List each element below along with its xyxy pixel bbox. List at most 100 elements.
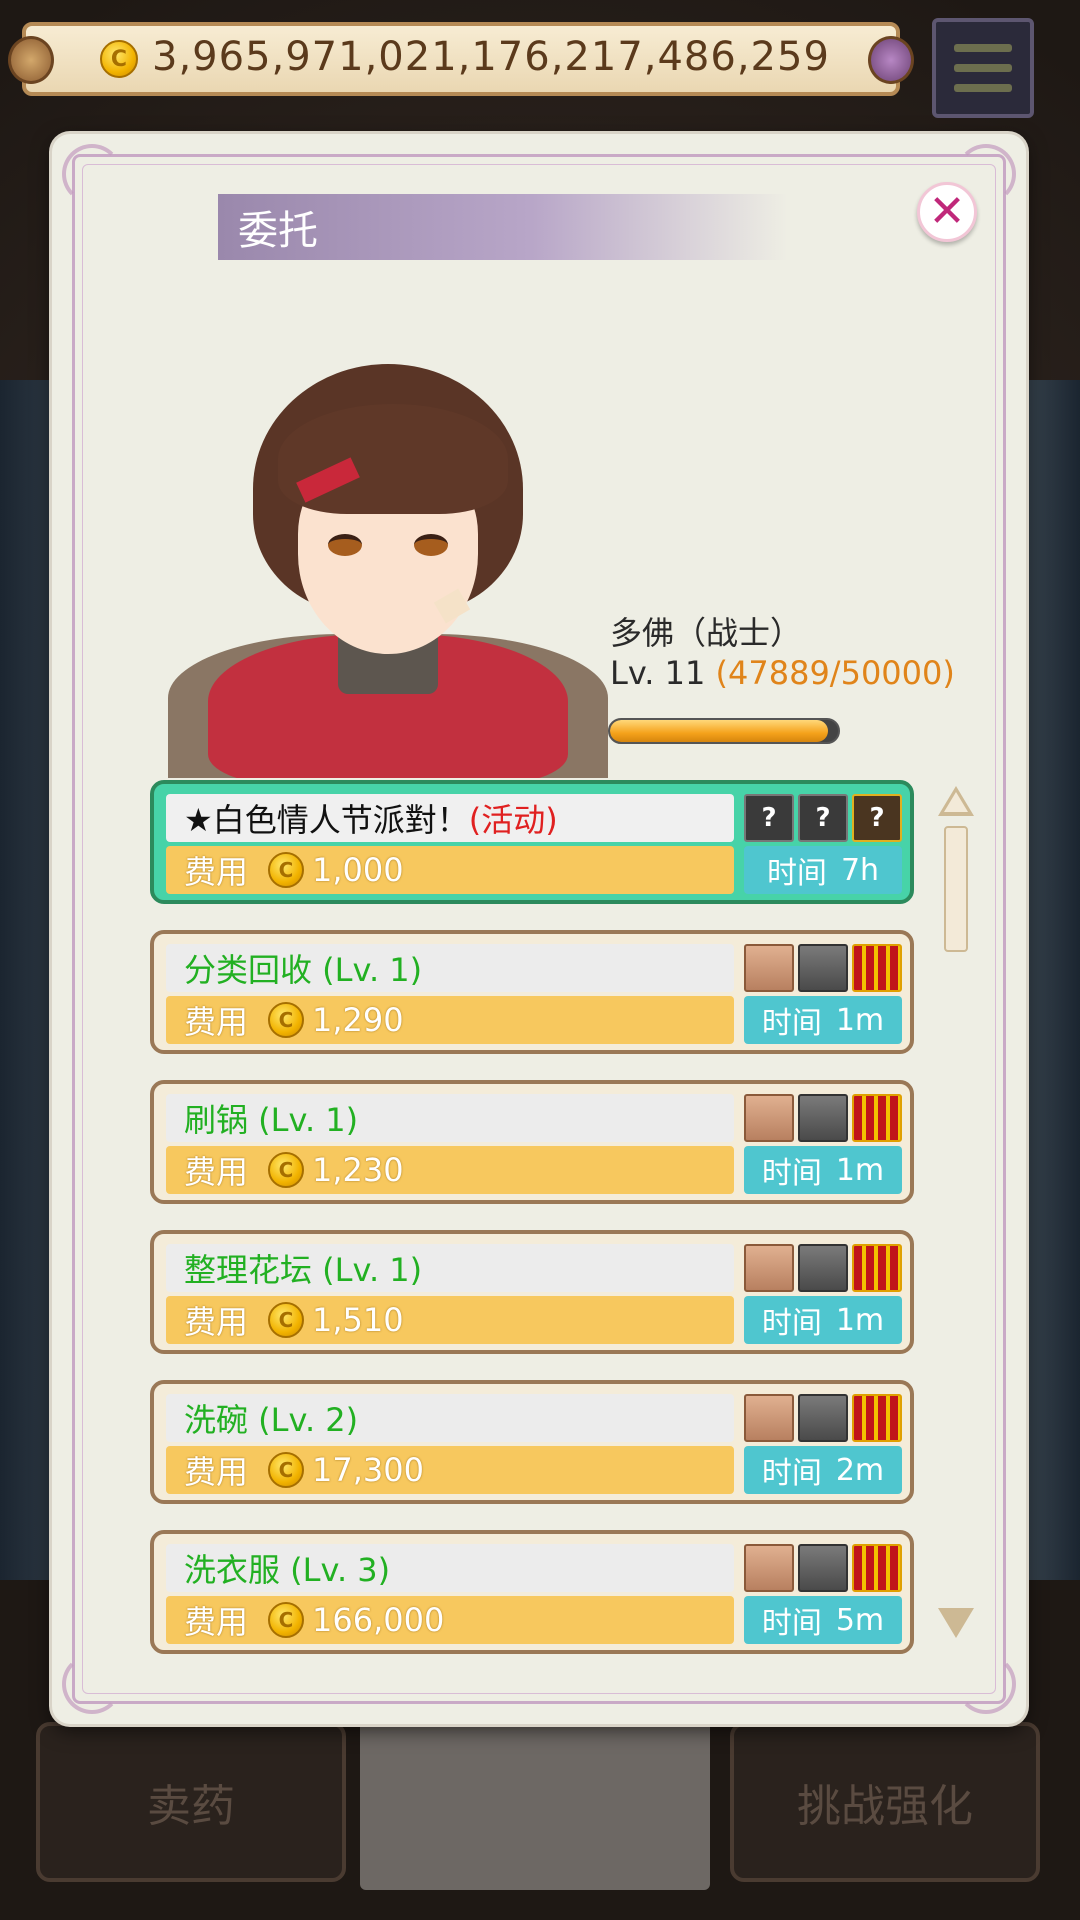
cost-label: 费用 xyxy=(184,1453,249,1491)
level-label: Lv. 11 xyxy=(610,654,706,692)
wood-chest-icon xyxy=(744,944,794,992)
time-label: 时间 xyxy=(761,1156,822,1191)
quest-list: ★白色情人节派對！ (活动) 费用 C 1,000 ??? 时间 7h 分类回收… xyxy=(150,780,914,1680)
gold-chest-icon xyxy=(852,1394,902,1442)
close-button[interactable]: ✕ xyxy=(917,182,977,242)
iron-chest-icon xyxy=(798,1094,848,1142)
quest-rewards xyxy=(744,1244,902,1292)
quest-cost-row: 费用 C 1,230 xyxy=(166,1146,734,1194)
cost-label: 费用 xyxy=(184,1603,249,1641)
quest-rewards xyxy=(744,1094,902,1142)
wood-chest-icon xyxy=(744,1394,794,1442)
quest-name: 洗碗 (Lv. 2) xyxy=(184,1401,359,1439)
time-label: 时间 xyxy=(761,1606,822,1641)
gold-coin-icon: C xyxy=(268,1152,305,1188)
quest-cost: 17,300 xyxy=(312,1451,424,1489)
quest-name-row: 洗衣服 (Lv. 3) xyxy=(166,1544,734,1592)
unknown-chest-icon: ? xyxy=(744,794,794,842)
scrollbar-thumb[interactable] xyxy=(944,826,968,952)
quest-time: 1m xyxy=(835,1302,885,1338)
gold-coin-icon: C xyxy=(268,1002,305,1038)
currency-bar: C 3,965,971,021,176,217,486,259 xyxy=(8,22,914,96)
currency-amount: 3,965,971,021,176,217,486,259 xyxy=(152,34,830,80)
character-portrait xyxy=(168,334,608,778)
quest-time-row: 时间 7h xyxy=(744,846,902,894)
quest-name: 分类回收 (Lv. 1) xyxy=(184,951,423,989)
quest-time-row: 时间 2m xyxy=(744,1446,902,1494)
iron-chest-icon xyxy=(798,944,848,992)
cost-label: 费用 xyxy=(184,1303,249,1341)
quest-name-row: 洗碗 (Lv. 2) xyxy=(166,1394,734,1442)
scroll-up-arrow-icon[interactable] xyxy=(938,786,974,816)
gold-chest-icon xyxy=(852,1094,902,1142)
left-ornament-icon xyxy=(8,36,54,84)
quest-cost-row: 费用 C 1,290 xyxy=(166,996,734,1044)
quest-time-row: 时间 1m xyxy=(744,996,902,1044)
main-menu-button[interactable] xyxy=(932,18,1034,118)
corner-ornament-icon xyxy=(62,1654,122,1714)
quest-cost: 1,290 xyxy=(312,1001,404,1039)
cost-label: 费用 xyxy=(184,853,249,891)
time-label: 时间 xyxy=(761,1006,822,1041)
quest-cost-row: 费用 C 1,000 xyxy=(166,846,734,894)
quest-name-row: 刷锅 (Lv. 1) xyxy=(166,1094,734,1142)
quest-time: 1m xyxy=(835,1002,885,1038)
quest-name: 刷锅 (Lv. 1) xyxy=(184,1101,359,1139)
gold-coin-icon: C xyxy=(100,40,138,78)
quest-item[interactable]: 洗碗 (Lv. 2) 费用 C 17,300 时间 2m xyxy=(150,1380,914,1504)
portrait-eye xyxy=(414,534,448,556)
gold-chest-icon xyxy=(852,1544,902,1592)
quest-name: 整理花坛 (Lv. 1) xyxy=(184,1251,423,1289)
gold-coin-icon: C xyxy=(268,1602,305,1638)
portrait-eye xyxy=(328,534,362,556)
background-right-scenery xyxy=(1020,380,1080,1580)
cost-label: 费用 xyxy=(184,1153,249,1191)
time-label: 时间 xyxy=(766,856,827,891)
xp-text: (47889/50000) xyxy=(715,654,955,692)
quest-rewards xyxy=(744,1394,902,1442)
gold-coin-icon: C xyxy=(268,1452,305,1488)
quest-name-row: 整理花坛 (Lv. 1) xyxy=(166,1244,734,1292)
quest-item[interactable]: ★白色情人节派對！ (活动) 费用 C 1,000 ??? 时间 7h xyxy=(150,780,914,904)
center-panel xyxy=(360,1720,710,1890)
quest-cost: 166,000 xyxy=(312,1601,445,1639)
xp-bar-fill xyxy=(610,720,829,742)
quest-name-row: 分类回收 (Lv. 1) xyxy=(166,944,734,992)
quest-cost: 1,000 xyxy=(312,851,404,889)
quest-time: 5m xyxy=(835,1602,885,1638)
quest-event-tag: (活动) xyxy=(468,801,558,839)
unknown-gold-chest-icon: ? xyxy=(852,794,902,842)
hamburger-icon-line xyxy=(954,44,1012,52)
scroll-down-arrow-icon[interactable] xyxy=(938,1608,974,1638)
quest-item[interactable]: 整理花坛 (Lv. 1) 费用 C 1,510 时间 1m xyxy=(150,1230,914,1354)
iron-chest-icon xyxy=(798,1544,848,1592)
quest-item[interactable]: 洗衣服 (Lv. 3) 费用 C 166,000 时间 5m xyxy=(150,1530,914,1654)
corner-ornament-icon xyxy=(956,1654,1016,1714)
cost-label: 费用 xyxy=(184,1003,249,1041)
quest-cost-row: 费用 C 17,300 xyxy=(166,1446,734,1494)
hamburger-icon-line xyxy=(954,84,1012,92)
hamburger-icon-line xyxy=(954,64,1012,72)
iron-chest-icon xyxy=(798,1394,848,1442)
quest-name: 洗衣服 (Lv. 3) xyxy=(184,1551,391,1589)
corner-ornament-icon xyxy=(62,144,122,204)
gold-coin-icon: C xyxy=(268,852,305,888)
right-ornament-icon xyxy=(868,36,914,84)
quest-item[interactable]: 分类回收 (Lv. 1) 费用 C 1,290 时间 1m xyxy=(150,930,914,1054)
wood-chest-icon xyxy=(744,1094,794,1142)
challenge-upgrade-button: 挑战强化 xyxy=(730,1722,1040,1882)
background-left-scenery xyxy=(0,380,60,1580)
quest-name: ★白色情人节派對！ xyxy=(184,801,469,839)
quest-time: 7h xyxy=(840,852,880,888)
quest-time-row: 时间 5m xyxy=(744,1596,902,1644)
gold-chest-icon xyxy=(852,1244,902,1292)
character-name: 多佛（战士） xyxy=(610,614,803,652)
gold-coin-icon: C xyxy=(268,1302,305,1338)
quest-cost: 1,510 xyxy=(312,1301,404,1339)
quest-item[interactable]: 刷锅 (Lv. 1) 费用 C 1,230 时间 1m xyxy=(150,1080,914,1204)
quest-time: 1m xyxy=(835,1152,885,1188)
unknown-chest-icon: ? xyxy=(798,794,848,842)
character-level: Lv. 11 (47889/50000) xyxy=(610,654,955,692)
quest-name-row: ★白色情人节派對！ (活动) xyxy=(166,794,734,842)
quest-rewards: ??? xyxy=(744,794,902,842)
